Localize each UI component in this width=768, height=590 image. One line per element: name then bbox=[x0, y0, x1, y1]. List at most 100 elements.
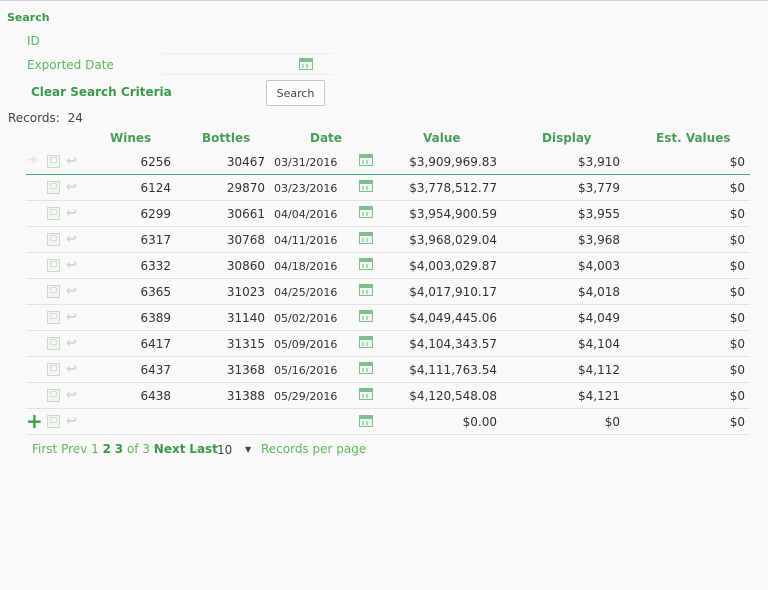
search-title: Search bbox=[7, 11, 50, 24]
table-row[interactable]: ↩ 6365 31023 04/25/2016 $4,017,910.17 $4,018 $… bbox=[26, 279, 750, 305]
column-header-display[interactable]: Display bbox=[542, 131, 591, 145]
wines-cell: 6389 bbox=[140, 311, 171, 325]
add-row-icon[interactable]: + bbox=[26, 411, 43, 431]
calendar-icon[interactable] bbox=[359, 388, 373, 400]
pager-next[interactable]: Next bbox=[154, 442, 186, 456]
undo-icon[interactable]: ↩ bbox=[66, 389, 79, 402]
undo-icon[interactable]: ↩ bbox=[66, 311, 79, 324]
value-cell: $3,778,512.77 bbox=[409, 181, 497, 195]
undo-icon[interactable]: ↩ bbox=[66, 259, 79, 272]
table-row[interactable]: ↩ 6438 31388 05/29/2016 $4,120,548.08 $4,121 $… bbox=[26, 383, 750, 409]
calendar-icon[interactable] bbox=[359, 180, 373, 192]
bottles-cell: 31388 bbox=[226, 389, 265, 403]
save-icon[interactable] bbox=[47, 415, 60, 428]
value-cell: $4,104,343.57 bbox=[409, 337, 497, 351]
calendar-icon[interactable] bbox=[359, 206, 373, 218]
date-cell: 04/18/2016 bbox=[274, 260, 338, 273]
bottles-cell: 31023 bbox=[226, 285, 265, 299]
wines-cell: 6299 bbox=[140, 207, 171, 221]
save-icon[interactable] bbox=[47, 233, 60, 246]
calendar-icon[interactable] bbox=[359, 415, 373, 427]
undo-icon[interactable]: ↩ bbox=[66, 155, 79, 168]
undo-icon[interactable]: ↩ bbox=[66, 285, 79, 298]
table-row[interactable]: ↩ 6317 30768 04/11/2016 $3,968,029.04 $3,968 $… bbox=[26, 227, 750, 253]
calendar-icon[interactable] bbox=[359, 154, 373, 166]
id-label: ID bbox=[27, 34, 40, 48]
date-cell: 04/11/2016 bbox=[274, 234, 338, 247]
save-icon[interactable] bbox=[47, 363, 60, 376]
pager-page-2[interactable]: 2 bbox=[103, 442, 111, 456]
save-icon[interactable] bbox=[47, 259, 60, 272]
est-values-cell: $0 bbox=[729, 259, 745, 273]
save-icon[interactable] bbox=[47, 285, 60, 298]
table-row[interactable]: ↩ 6332 30860 04/18/2016 $4,003,029.87 $4,003 $… bbox=[26, 253, 750, 279]
pager: First Prev 1 2 3 of 3 Next Last bbox=[32, 442, 218, 456]
calendar-icon[interactable] bbox=[359, 232, 373, 244]
column-header-est-values[interactable]: Est. Values bbox=[656, 131, 730, 145]
pager-last[interactable]: Last bbox=[189, 442, 218, 456]
display-cell: $4,121 bbox=[578, 389, 620, 403]
calendar-icon[interactable] bbox=[359, 284, 373, 296]
save-icon[interactable] bbox=[47, 181, 60, 194]
chevron-down-icon[interactable]: ▼ bbox=[245, 445, 251, 454]
undo-icon[interactable]: ↩ bbox=[66, 363, 79, 376]
pager-page-1[interactable]: 1 bbox=[91, 442, 99, 456]
pager-page-3[interactable]: 3 bbox=[115, 442, 123, 456]
undo-icon[interactable]: ↩ bbox=[66, 415, 79, 428]
calendar-icon[interactable] bbox=[359, 336, 373, 348]
calendar-icon[interactable] bbox=[359, 362, 373, 374]
wines-cell: 6124 bbox=[140, 181, 171, 195]
calendar-icon[interactable] bbox=[359, 258, 373, 270]
display-cell: $3,779 bbox=[578, 181, 620, 195]
est-values-cell: $0 bbox=[729, 181, 745, 195]
table-row[interactable]: ➜ ↩ 6256 30467 03/31/2016 $3,909,969.83 $3,910… bbox=[26, 149, 750, 175]
current-row-arrow-icon: ➜ bbox=[26, 152, 38, 168]
table-row[interactable]: ↩ 6437 31368 05/16/2016 $4,111,763.54 $4,112 $… bbox=[26, 357, 750, 383]
column-header-date[interactable]: Date bbox=[310, 131, 342, 145]
exported-date-field[interactable] bbox=[162, 53, 332, 75]
bottles-cell: 31315 bbox=[226, 337, 265, 351]
save-icon[interactable] bbox=[47, 207, 60, 220]
value-cell: $3,909,969.83 bbox=[409, 155, 497, 169]
est-values-cell: $0 bbox=[729, 337, 745, 351]
clear-search-criteria-link[interactable]: Clear Search Criteria bbox=[31, 85, 172, 99]
column-header-value[interactable]: Value bbox=[423, 131, 461, 145]
save-icon[interactable] bbox=[47, 311, 60, 324]
pager-first[interactable]: First bbox=[32, 442, 57, 456]
date-cell: 05/09/2016 bbox=[274, 338, 338, 351]
display-cell: $4,112 bbox=[578, 363, 620, 377]
date-cell: 03/31/2016 bbox=[274, 156, 338, 169]
records-per-page-select[interactable]: 10 bbox=[217, 443, 232, 457]
value-cell: $3,954,900.59 bbox=[409, 207, 497, 221]
display-cell: $4,049 bbox=[578, 311, 620, 325]
save-icon[interactable] bbox=[47, 389, 60, 402]
value-cell: $4,049,445.06 bbox=[409, 311, 497, 325]
undo-icon[interactable]: ↩ bbox=[66, 181, 79, 194]
wines-cell: 6438 bbox=[140, 389, 171, 403]
wines-cell: 6437 bbox=[140, 363, 171, 377]
wines-cell: 6365 bbox=[140, 285, 171, 299]
undo-icon[interactable]: ↩ bbox=[66, 337, 79, 350]
bottles-cell: 29870 bbox=[226, 181, 265, 195]
display-cell: $4,003 bbox=[578, 259, 620, 273]
calendar-icon[interactable] bbox=[359, 310, 373, 322]
undo-icon[interactable]: ↩ bbox=[66, 207, 79, 220]
display-cell: $3,968 bbox=[578, 233, 620, 247]
calendar-icon[interactable] bbox=[299, 58, 313, 70]
est-values-cell: $0 bbox=[729, 285, 745, 299]
bottles-cell: 30860 bbox=[226, 259, 265, 273]
column-header-bottles[interactable]: Bottles bbox=[202, 131, 250, 145]
table-row[interactable]: ↩ 6299 30661 04/04/2016 $3,954,900.59 $3,955 $… bbox=[26, 201, 750, 227]
search-button[interactable]: Search bbox=[266, 80, 325, 106]
table-row[interactable]: ↩ 6417 31315 05/09/2016 $4,104,343.57 $4,104 $… bbox=[26, 331, 750, 357]
table-row[interactable]: ↩ 6389 31140 05/02/2016 $4,049,445.06 $4,049 $… bbox=[26, 305, 750, 331]
undo-icon[interactable]: ↩ bbox=[66, 233, 79, 246]
save-icon[interactable] bbox=[47, 337, 60, 350]
wines-cell: 6317 bbox=[140, 233, 171, 247]
save-icon[interactable] bbox=[47, 155, 60, 168]
pager-prev[interactable]: Prev bbox=[61, 442, 87, 456]
column-header-wines[interactable]: Wines bbox=[110, 131, 151, 145]
records-per-page-label: Records per page bbox=[261, 442, 367, 456]
records-label: Records: bbox=[8, 111, 60, 125]
table-row[interactable]: ↩ 6124 29870 03/23/2016 $3,778,512.77 $3,779 $… bbox=[26, 175, 750, 201]
